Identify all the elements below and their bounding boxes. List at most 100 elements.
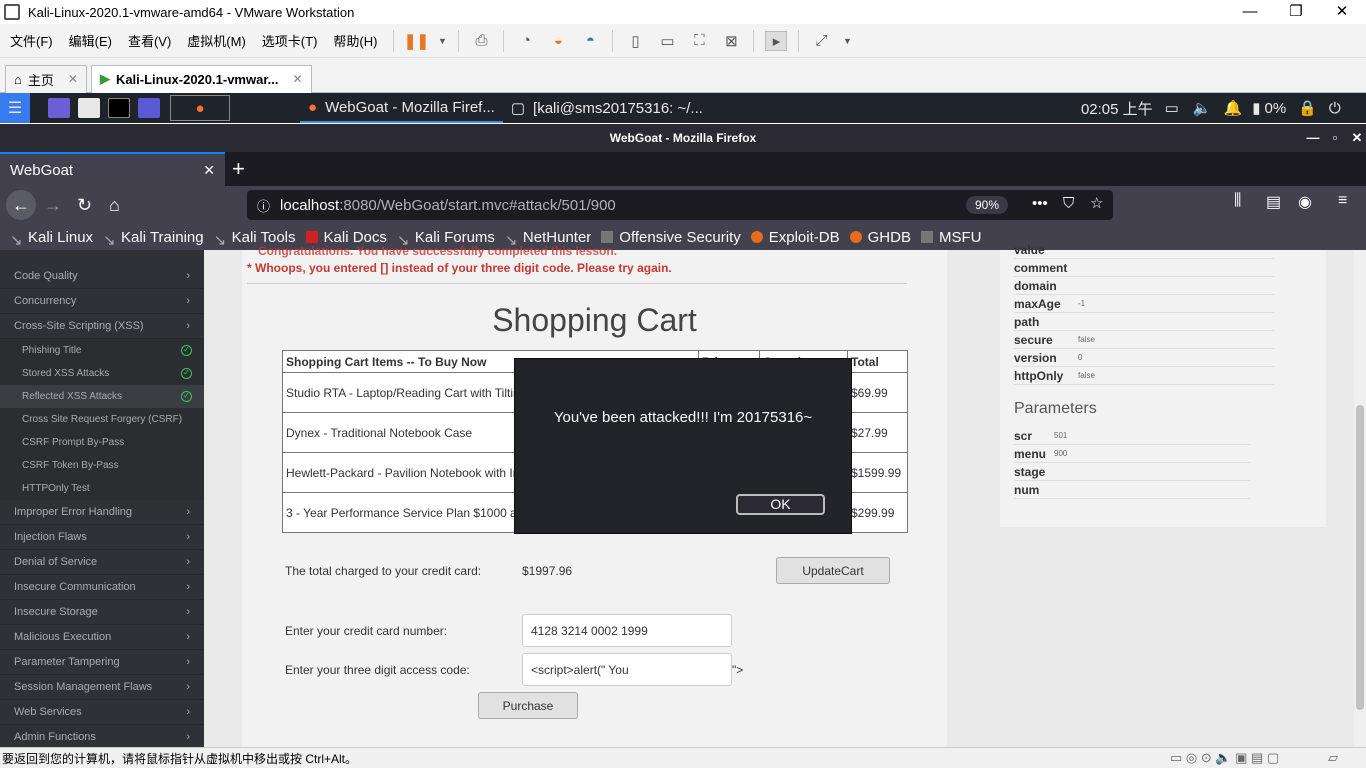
workspace-icon[interactable] — [48, 98, 70, 118]
reload-icon[interactable]: ↻ — [77, 190, 92, 220]
power-icon[interactable]: ⏻ — [1329, 100, 1341, 117]
bookmark-offensive-security[interactable]: Offensive Security — [601, 228, 741, 246]
sidebar-item-error-handling[interactable]: Improper Error Handling › — [0, 500, 204, 525]
bookmark-star-icon[interactable]: ☆ — [1090, 194, 1103, 212]
volume-icon[interactable]: 🔈 — [1193, 99, 1212, 117]
maximize-icon[interactable]: ▫ — [1324, 124, 1346, 152]
sidebar-item-session[interactable]: Session Management Flaws › — [0, 675, 204, 700]
bookmark-kali-training[interactable]: ↘ Kali Training — [103, 229, 204, 250]
display-icon[interactable]: ▭ — [1165, 99, 1179, 117]
bookmark-exploit-db[interactable]: Exploit-DB — [750, 229, 840, 246]
close-icon[interactable]: ✕ — [203, 162, 215, 179]
sidebar-sub-csrf-token[interactable]: CSRF Token By-Pass — [0, 454, 204, 477]
home-icon: ⌂ — [14, 71, 22, 87]
close-icon[interactable]: ✕ — [293, 72, 303, 86]
notification-icon[interactable]: 🔔 — [1224, 99, 1243, 117]
screen-icon[interactable] — [138, 98, 160, 118]
sidebar-item-malicious-exec[interactable]: Malicious Execution › — [0, 625, 204, 650]
zoom-indicator[interactable]: 90% — [966, 196, 1008, 214]
menu-tabs[interactable]: 选项卡(T) — [256, 31, 324, 50]
sidebar-item-dos[interactable]: Denial of Service › — [0, 550, 204, 575]
firefox-launcher-icon[interactable]: ● — [170, 95, 230, 121]
taskbar-firefox[interactable]: ● WebGoat - Mozilla Firef... — [300, 93, 503, 123]
pause-icon[interactable]: ❚❚ — [404, 31, 429, 51]
menu-view[interactable]: 查看(V) — [122, 31, 177, 50]
thumbnail-icon[interactable]: ▭ — [656, 31, 678, 51]
param-value: 501 — [1054, 431, 1068, 440]
close-icon[interactable]: ✕ — [68, 72, 78, 86]
kali-menu-icon[interactable]: ☰ — [0, 93, 30, 123]
clock[interactable]: 02:05 上午 — [1081, 98, 1153, 119]
bookmark-nethunter[interactable]: ↘ NetHunter — [505, 229, 591, 250]
new-tab-icon[interactable]: + — [232, 156, 245, 182]
sidebar-sub-reflected-xss[interactable]: Reflected XSS Attacks ✓ — [0, 385, 204, 408]
sidebar-item-insecure-comm[interactable]: Insecure Communication › — [0, 575, 204, 600]
purchase-button[interactable]: Purchase — [478, 692, 578, 719]
sidebar-sub-csrf[interactable]: Cross Site Request Forgery (CSRF) — [0, 408, 204, 431]
sidebar-item-insecure-storage[interactable]: Insecure Storage › — [0, 600, 204, 625]
restore-icon[interactable]: ❐ — [1273, 0, 1319, 24]
back-icon[interactable]: ← — [6, 190, 36, 220]
hamburger-menu-icon[interactable]: ≡ — [1338, 192, 1347, 210]
tab-kali-vm[interactable]: ▶ Kali-Linux-2020.1-vmwar... ✕ — [90, 64, 312, 93]
sidebar-item-xss[interactable]: Cross-Site Scripting (XSS) › — [0, 314, 204, 339]
sidebar-item-concurrency[interactable]: Concurrency › — [0, 289, 204, 314]
sidebar-sub-httponly[interactable]: HTTPOnly Test — [0, 477, 204, 500]
account-icon[interactable]: ◉ — [1298, 192, 1312, 212]
file-manager-icon[interactable] — [78, 98, 100, 118]
bookmark-msfu[interactable]: MSFU — [920, 229, 981, 246]
message-icon[interactable]: ▱ — [1328, 750, 1338, 766]
minimize-icon[interactable]: — — [1302, 124, 1324, 152]
home-icon[interactable]: ⌂ — [109, 190, 120, 220]
close-icon[interactable]: ✕ — [1346, 124, 1366, 152]
info-icon[interactable]: ⓘ — [257, 196, 270, 215]
sidebar-toggle-icon[interactable]: ▯ — [624, 31, 646, 51]
menu-help[interactable]: 帮助(H) — [327, 31, 383, 50]
sidebar-item-injection[interactable]: Injection Flaws › — [0, 525, 204, 550]
sidebar-item-param-tampering[interactable]: Parameter Tampering › — [0, 650, 204, 675]
sidebar-item-code-quality[interactable]: Code Quality › — [0, 264, 204, 289]
bookmark-kali-linux[interactable]: ↘ Kali Linux — [10, 229, 93, 250]
bookmark-label: Offensive Security — [619, 228, 741, 246]
close-icon[interactable]: ✕ — [1319, 0, 1365, 24]
fullscreen-icon[interactable]: ⛶ — [688, 31, 710, 51]
cc-number-input[interactable]: 4128 3214 0002 1999 — [522, 614, 732, 647]
snapshot-icon[interactable]: ◔ — [515, 31, 537, 51]
tab-home[interactable]: ⌂ 主页 ✕ — [5, 64, 87, 93]
tab-webgoat[interactable]: WebGoat ✕ — [0, 152, 225, 186]
chevron-down-icon[interactable]: ▼ — [842, 31, 852, 51]
snapshot-manager-icon[interactable]: ◓ — [579, 31, 601, 51]
column-header: Total — [847, 350, 908, 373]
console-view-icon[interactable]: ▸ — [765, 30, 788, 51]
lock-icon[interactable]: 🔒 — [1298, 99, 1317, 117]
bookmark-kali-docs[interactable]: Kali Docs — [305, 229, 387, 246]
bookmark-kali-forums[interactable]: ↘ Kali Forums — [397, 229, 495, 250]
revert-snapshot-icon[interactable]: ◒ — [547, 31, 569, 51]
pocket-icon[interactable]: ⛉ — [1063, 195, 1074, 212]
sidebar-sub-csrf-prompt[interactable]: CSRF Prompt By-Pass — [0, 431, 204, 454]
page-actions-icon[interactable]: ••• — [1032, 195, 1048, 212]
minimize-icon[interactable]: — — [1227, 0, 1273, 24]
bookmark-kali-tools[interactable]: ↘ Kali Tools — [214, 229, 296, 250]
forward-icon[interactable]: → — [44, 190, 62, 220]
access-code-input[interactable]: <script>alert(" You — [522, 653, 732, 686]
sidebar-sub-phishing[interactable]: Phishing Title ✓ — [0, 339, 204, 362]
sidebars-icon[interactable]: ▤ — [1266, 192, 1281, 212]
ok-button[interactable]: OK — [736, 494, 825, 515]
stretch-icon[interactable]: ⤢ — [810, 31, 832, 51]
send-keys-icon[interactable]: ⎙ — [470, 31, 492, 51]
menu-edit[interactable]: 编辑(E) — [63, 31, 118, 50]
unity-icon[interactable]: ⊠ — [720, 31, 742, 51]
device-icons[interactable]: ▭ ◎ ⊙ 🔈 ▣ ▤ ▢ — [1170, 750, 1279, 766]
sidebar-sub-stored-xss[interactable]: Stored XSS Attacks ✓ — [0, 362, 204, 385]
update-cart-button[interactable]: UpdateCart — [776, 557, 890, 584]
bookmark-ghdb[interactable]: GHDB — [849, 229, 911, 246]
library-icon[interactable]: ⫼ — [1234, 192, 1241, 210]
terminal-icon[interactable] — [108, 98, 130, 118]
scrollbar-thumb[interactable] — [1356, 405, 1364, 710]
chevron-down-icon[interactable]: ▼ — [437, 31, 447, 51]
sidebar-item-web-services[interactable]: Web Services › — [0, 700, 204, 725]
menu-vm[interactable]: 虚拟机(M) — [181, 31, 252, 50]
menu-file[interactable]: 文件(F) — [4, 31, 59, 50]
taskbar-terminal[interactable]: ▢ [kali@sms20175316: ~/... — [503, 93, 711, 123]
